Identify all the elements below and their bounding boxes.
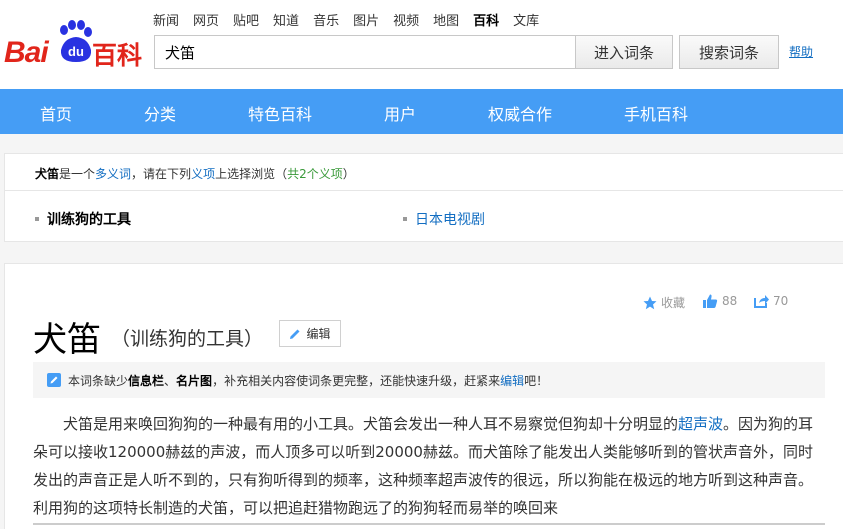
star-icon [643, 296, 657, 309]
topnav-music[interactable]: 音乐 [313, 10, 339, 29]
topnav-images[interactable]: 图片 [353, 10, 379, 29]
collect-label: 收藏 [661, 296, 686, 310]
main-nav: 首页 分类 特色百科 用户 权威合作 手机百科 [0, 89, 843, 134]
paragraph-text: 犬笛是用来唤回狗狗的一种最有用的小工具。犬笛会发出一种人耳不易察觉但狗却十分明显… [63, 415, 679, 433]
mainnav-users[interactable]: 用户 [384, 101, 416, 125]
polysemy-item-tv-drama[interactable]: 日本电视剧 [403, 209, 485, 229]
yixiang-link[interactable]: 义项 [191, 167, 215, 181]
bullet-icon [403, 217, 407, 221]
pencil-icon [290, 329, 300, 339]
ultrasound-link[interactable]: 超声波 [678, 415, 723, 433]
incomplete-notice: 本词条缺少 信息栏、名片图 ，补充相关内容使词条更完整，还能快速升级，赶紧来 编辑 吧！ [33, 362, 825, 398]
enter-entry-button[interactable]: 进入词条 [575, 35, 673, 69]
mainnav-featured[interactable]: 特色百科 [248, 101, 312, 125]
topnav-tieba[interactable]: 贴吧 [233, 10, 259, 29]
edit-button[interactable]: 编辑 [279, 320, 341, 347]
help-link[interactable]: 帮助 [789, 43, 813, 60]
article-stats: 收藏 88 70 [643, 294, 843, 314]
notice-text: 本词条缺少 [68, 373, 129, 388]
polysemy-header: 犬笛是一个多义词，请在下列义项上选择浏览（共2个义项） [35, 165, 355, 182]
notice-text: ，补充相关内容使词条更完整，还能快速升级，赶紧来 [212, 373, 501, 388]
article-paragraph: 犬笛是用来唤回狗狗的一种最有用的小工具。犬笛会发出一种人耳不易察觉但狗却十分明显… [33, 410, 823, 522]
polysemy-count: 共2个义项 [287, 167, 343, 181]
svg-text:du: du [68, 44, 84, 59]
polysemy-item-label: 日本电视剧 [415, 212, 485, 228]
polysemy-text: ，请在下列 [131, 167, 192, 181]
divider [5, 190, 843, 191]
article-content: 收藏 88 70 犬笛 （训练狗的工具） 编辑 本词条缺少 信息栏、名片图 ，补充相… [4, 263, 843, 529]
edit-note-icon [47, 373, 61, 387]
topnav-zhidao[interactable]: 知道 [273, 10, 299, 29]
topnav-baike[interactable]: 百科 [473, 10, 499, 29]
share-button[interactable]: 70 [754, 294, 788, 308]
mainnav-category[interactable]: 分类 [144, 101, 176, 125]
polysemy-item-label: 训练狗的工具 [47, 212, 131, 228]
polysemy-text: 上选择浏览（ [215, 167, 288, 181]
logo-baike-text: 百科 [92, 41, 143, 70]
mainnav-partners[interactable]: 权威合作 [488, 101, 552, 125]
polysemy-text: ） [342, 167, 355, 181]
polysemy-link[interactable]: 多义词 [95, 167, 131, 181]
topnav-map[interactable]: 地图 [433, 10, 459, 29]
edit-label: 编辑 [306, 327, 331, 341]
topnav-video[interactable]: 视频 [393, 10, 419, 29]
collect-button[interactable]: 收藏 [643, 294, 685, 311]
share-count: 70 [773, 294, 789, 308]
search-input[interactable] [154, 35, 575, 69]
share-icon [754, 295, 769, 308]
notice-text: 、 [164, 373, 177, 388]
mainnav-home[interactable]: 首页 [40, 101, 72, 125]
notice-text: 吧！ [524, 373, 549, 388]
thumbs-up-icon [703, 294, 718, 308]
topnav-wenku[interactable]: 文库 [513, 10, 539, 29]
search-entry-button[interactable]: 搜索词条 [679, 35, 779, 69]
mainnav-mobile[interactable]: 手机百科 [624, 101, 688, 125]
topnav-news[interactable]: 新闻 [153, 10, 179, 29]
like-count: 88 [722, 294, 738, 308]
top-product-nav: 新闻 网页 贴吧 知道 音乐 图片 视频 地图 百科 文库 [153, 10, 553, 29]
page-title: 犬笛 [33, 320, 101, 360]
polysemy-panel: 犬笛是一个多义词，请在下列义项上选择浏览（共2个义项） 训练狗的工具 日本电视剧 [4, 153, 843, 242]
bullet-icon [35, 217, 39, 221]
section-divider [33, 523, 825, 525]
paw-logo-icon: du [60, 20, 92, 62]
polysemy-item-current: 训练狗的工具 [35, 209, 131, 229]
polysemy-text: 是一个 [59, 167, 96, 181]
polysemy-term: 犬笛 [35, 167, 60, 181]
notice-edit-link[interactable]: 编辑 [500, 372, 524, 389]
baidu-baike-logo[interactable]: Bai du 百科 [4, 18, 146, 70]
page-subtitle: （训练狗的工具） [111, 328, 264, 350]
topnav-web[interactable]: 网页 [193, 10, 219, 29]
logo-bai-text: Bai [4, 36, 49, 69]
like-button[interactable]: 88 [703, 294, 737, 308]
notice-missing-image: 名片图 [176, 373, 213, 388]
notice-missing-infobox: 信息栏 [128, 373, 165, 388]
header: Bai du 百科 新闻 网页 贴吧 知道 音乐 图片 视频 地图 百科 文库 … [0, 0, 843, 89]
